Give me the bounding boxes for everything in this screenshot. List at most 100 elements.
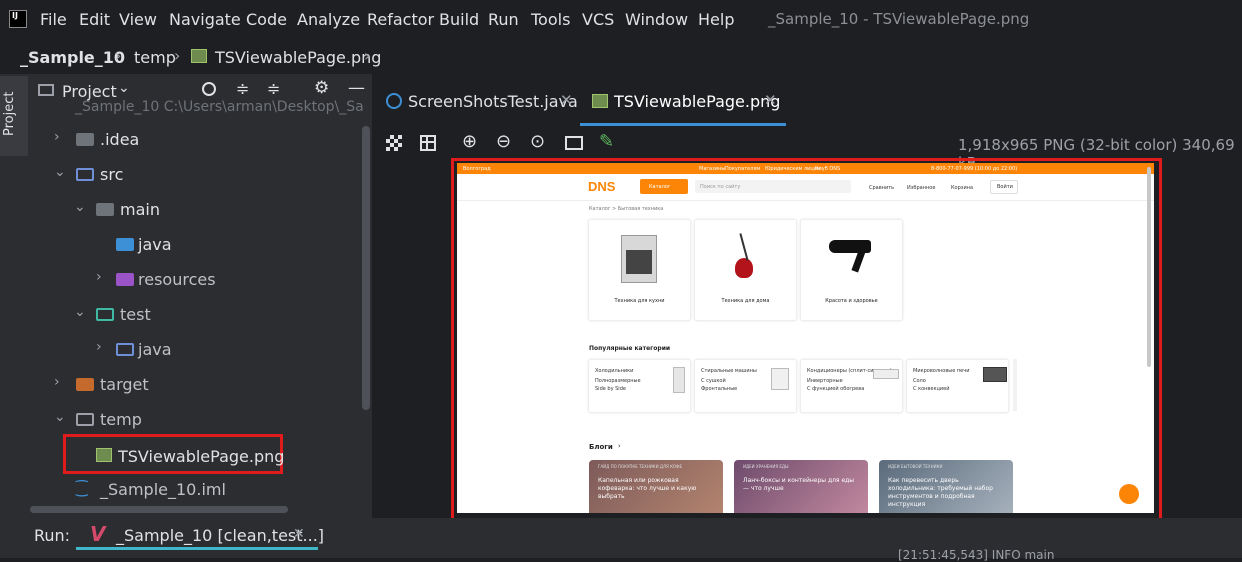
chevron-down-icon[interactable]: ⌄ bbox=[74, 199, 86, 215]
dns-popular-line: Инверторные bbox=[807, 378, 843, 384]
menu-file[interactable]: File bbox=[40, 10, 67, 29]
run-label: Run: bbox=[34, 526, 71, 545]
image-preview: Волгоград Магазины Покупателям Юридическ… bbox=[457, 163, 1154, 513]
tab-label: TSViewablePage.png bbox=[614, 92, 781, 111]
breadcrumb bbox=[0, 38, 1242, 74]
dns-popular-card: Кондиционеры (сплит-системы) Инверторные… bbox=[800, 359, 903, 413]
menu-build[interactable]: Build bbox=[439, 10, 479, 29]
dns-popular-line: С сушкой bbox=[701, 378, 726, 384]
chevron-down-icon[interactable]: ⌄ bbox=[74, 304, 86, 320]
tree-item-test[interactable]: ⌄ test bbox=[28, 297, 372, 332]
fridge-image bbox=[673, 367, 685, 393]
dns-link: Юридическим лицам bbox=[765, 166, 821, 172]
dns-popular-card: Микроволновые печи Соло С конвекцией bbox=[906, 359, 1009, 413]
tree-item-main[interactable]: ⌄ main bbox=[28, 192, 372, 227]
selected-file-highlight[interactable]: TSViewablePage.png bbox=[63, 434, 284, 474]
tree-item-label: .idea bbox=[100, 130, 140, 149]
resources-folder-icon bbox=[116, 273, 134, 286]
dns-blog-tag: ИДЕИ БЫТОВОЙ ТЕХНИКИ bbox=[888, 464, 943, 469]
grid-icon[interactable] bbox=[420, 135, 436, 151]
tree-item-idea[interactable]: › .idea bbox=[28, 122, 372, 157]
close-icon[interactable]: ✕ bbox=[560, 91, 573, 109]
tree-item-label: _Sample_10.iml bbox=[100, 480, 226, 499]
color-picker-icon[interactable]: ✎ bbox=[599, 131, 614, 152]
tree-item-label: resources bbox=[138, 270, 216, 289]
dns-search-placeholder: Поиск по сайту bbox=[700, 184, 741, 190]
breadcrumb-file[interactable]: TSViewablePage.png bbox=[215, 48, 381, 67]
dns-category-label: Красота и здоровье bbox=[825, 298, 878, 304]
locate-icon[interactable] bbox=[202, 82, 216, 96]
vacuum-handle bbox=[739, 233, 749, 261]
tree-item-resources[interactable]: › resources bbox=[28, 262, 372, 297]
chevron-right-icon: › bbox=[364, 46, 371, 65]
chevron-right-icon[interactable]: › bbox=[96, 339, 102, 355]
dns-crumbs: Каталог > Бытовая техника bbox=[589, 206, 664, 212]
dns-blog-card: ГАЙД ПО ПОКУПКЕ ТЕХНИКИ ДЛЯ КОФЕ Капельн… bbox=[589, 460, 723, 513]
menu-window[interactable]: Window bbox=[625, 10, 688, 29]
vertical-scrollbar[interactable] bbox=[362, 126, 370, 410]
chessboard-icon[interactable] bbox=[386, 135, 402, 151]
expand-all-icon[interactable]: ≑ bbox=[236, 79, 249, 98]
dns-logo: DNS bbox=[588, 179, 616, 194]
actual-size-icon[interactable]: ⊙ bbox=[530, 131, 545, 152]
fit-zoom-icon[interactable] bbox=[565, 136, 583, 150]
tab-screenshotstest[interactable]: ScreenShotsTest.java ✕ bbox=[374, 74, 580, 126]
tree-item-temp[interactable]: ⌄ temp bbox=[28, 402, 372, 437]
chevron-down-icon[interactable]: ⌄ bbox=[54, 409, 66, 425]
dns-popular-line: Side by Side bbox=[595, 386, 626, 392]
menu-tools[interactable]: Tools bbox=[531, 10, 570, 29]
dns-link: Покупателям bbox=[725, 166, 761, 172]
tree-item-src[interactable]: ⌄ src bbox=[28, 157, 372, 192]
excluded-folder-icon bbox=[76, 378, 94, 391]
menu-vcs[interactable]: VCS bbox=[582, 10, 614, 29]
zoom-in-icon[interactable]: ⊕ bbox=[462, 131, 477, 152]
folder-icon bbox=[96, 203, 114, 216]
minimize-icon[interactable]: — bbox=[348, 78, 365, 98]
dns-compare: Сравнить bbox=[869, 185, 895, 191]
dns-popular-line: С функцией обогрева bbox=[807, 386, 865, 392]
breadcrumb-folder[interactable]: temp bbox=[134, 48, 176, 67]
dns-link: Клуб DNS bbox=[815, 166, 841, 172]
menu-code[interactable]: Code bbox=[246, 10, 287, 29]
chevron-right-icon[interactable]: › bbox=[96, 269, 102, 285]
dns-city: Волгоград bbox=[463, 166, 491, 172]
tree-root-partial[interactable]: _Sample_10 C:\Users\arman\Desktop\_Sa bbox=[75, 99, 364, 115]
collapse-all-icon[interactable]: ≑ bbox=[267, 79, 280, 98]
dns-popular-line: Соло bbox=[913, 378, 926, 384]
gear-icon[interactable]: ⚙ bbox=[314, 78, 329, 98]
menu-navigate[interactable]: Navigate bbox=[169, 10, 241, 29]
menu-analyze[interactable]: Analyze bbox=[297, 10, 360, 29]
chevron-down-icon[interactable]: ⌄ bbox=[54, 164, 66, 180]
dns-popular-card: Холодильники Полноразмерные Side by Side bbox=[588, 359, 691, 413]
dns-link: Магазины bbox=[699, 166, 726, 172]
menu-run[interactable]: Run bbox=[488, 10, 519, 29]
chevron-right-icon[interactable]: › bbox=[54, 129, 60, 145]
menu-help[interactable]: Help bbox=[698, 10, 734, 29]
horizontal-scrollbar[interactable] bbox=[30, 506, 288, 513]
dns-blog-title: Как перевесить дверь холодильника: требу… bbox=[888, 477, 993, 508]
dns-popular-title: Популярные категории bbox=[589, 345, 671, 352]
tree-item-java-main[interactable]: java bbox=[28, 227, 372, 262]
tree-item-label: java bbox=[138, 235, 172, 254]
test-source-icon bbox=[116, 343, 134, 356]
tree-item-java-test[interactable]: › java bbox=[28, 332, 372, 367]
chevron-right-icon[interactable]: › bbox=[54, 374, 60, 390]
tree-item-label: test bbox=[120, 305, 151, 324]
zoom-out-icon[interactable]: ⊖ bbox=[496, 131, 511, 152]
dns-blog-tag: ИДЕИ ХРАНЕНИЯ ЕДЫ bbox=[743, 464, 789, 469]
breadcrumb-project[interactable]: _Sample_10 bbox=[20, 48, 125, 67]
tree-item-iml[interactable]: ⁐ _Sample_10.iml bbox=[28, 472, 372, 507]
tree-item-target[interactable]: › target bbox=[28, 367, 372, 402]
tab-tsviewablepage[interactable]: TSViewablePage.png ✕ bbox=[580, 74, 786, 126]
chevron-right-icon: › bbox=[115, 46, 122, 65]
run-tab-indicator bbox=[76, 547, 318, 550]
close-icon[interactable]: ✕ bbox=[293, 526, 305, 542]
menu-edit[interactable]: Edit bbox=[79, 10, 110, 29]
menu-refactor[interactable]: Refactor bbox=[367, 10, 434, 29]
dns-login-label: Войти bbox=[997, 184, 1013, 190]
app-logo: IJ bbox=[9, 10, 27, 28]
menu-view[interactable]: View bbox=[119, 10, 157, 29]
close-icon[interactable]: ✕ bbox=[764, 91, 777, 109]
dns-topbar: Волгоград Магазины Покупателям Юридическ… bbox=[457, 163, 1154, 174]
chevron-down-icon[interactable]: ⌄ bbox=[118, 80, 130, 96]
